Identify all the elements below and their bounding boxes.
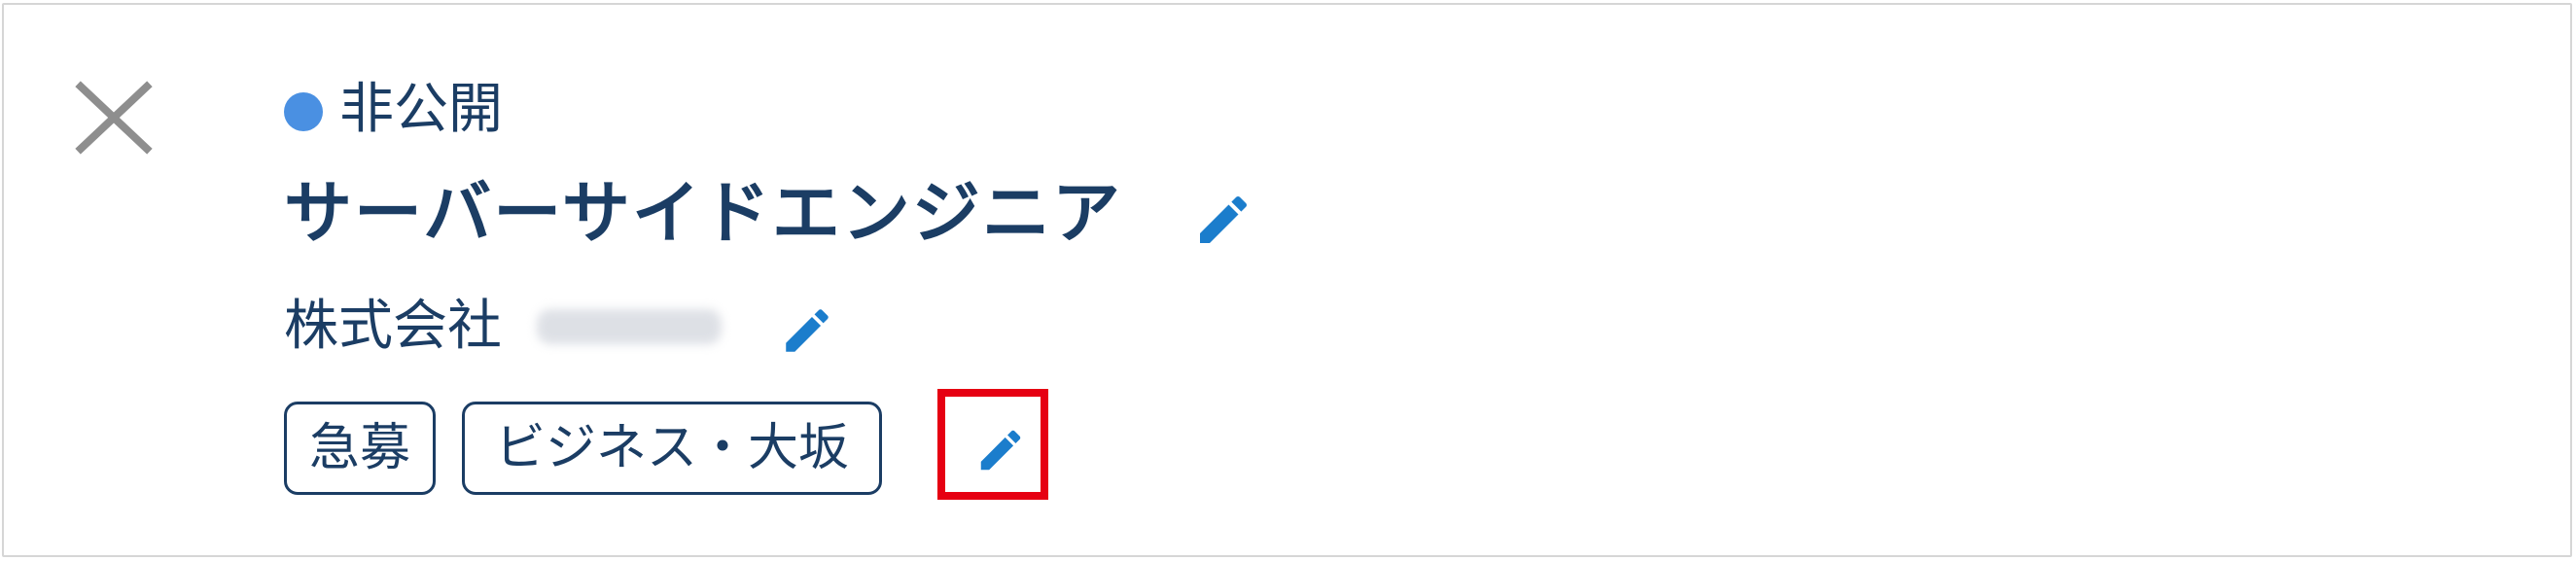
close-icon [75, 81, 153, 155]
tag-chip: 急募 [284, 402, 436, 495]
redacted-company-suffix [537, 309, 722, 344]
tag-chip: ビジネス・大坂 [462, 402, 882, 495]
company-name: 株式会社 [284, 295, 502, 358]
pencil-icon [1200, 195, 1248, 243]
pencil-icon [786, 309, 829, 352]
edit-company-button[interactable] [779, 302, 835, 359]
job-card: 非公開 サーバーサイドエンジニア 株式会社 急募 ビジネス・大坂 [2, 3, 2572, 557]
edit-title-button[interactable] [1192, 189, 1254, 251]
edit-tags-icon-wrap [974, 424, 1027, 476]
job-title: サーバーサイドエンジニア [284, 173, 1122, 253]
pencil-icon [980, 430, 1021, 471]
status-label: 非公開 [339, 78, 503, 141]
close-button[interactable] [75, 81, 153, 155]
edit-tags-button[interactable] [937, 389, 1048, 500]
status-dot [284, 92, 323, 131]
